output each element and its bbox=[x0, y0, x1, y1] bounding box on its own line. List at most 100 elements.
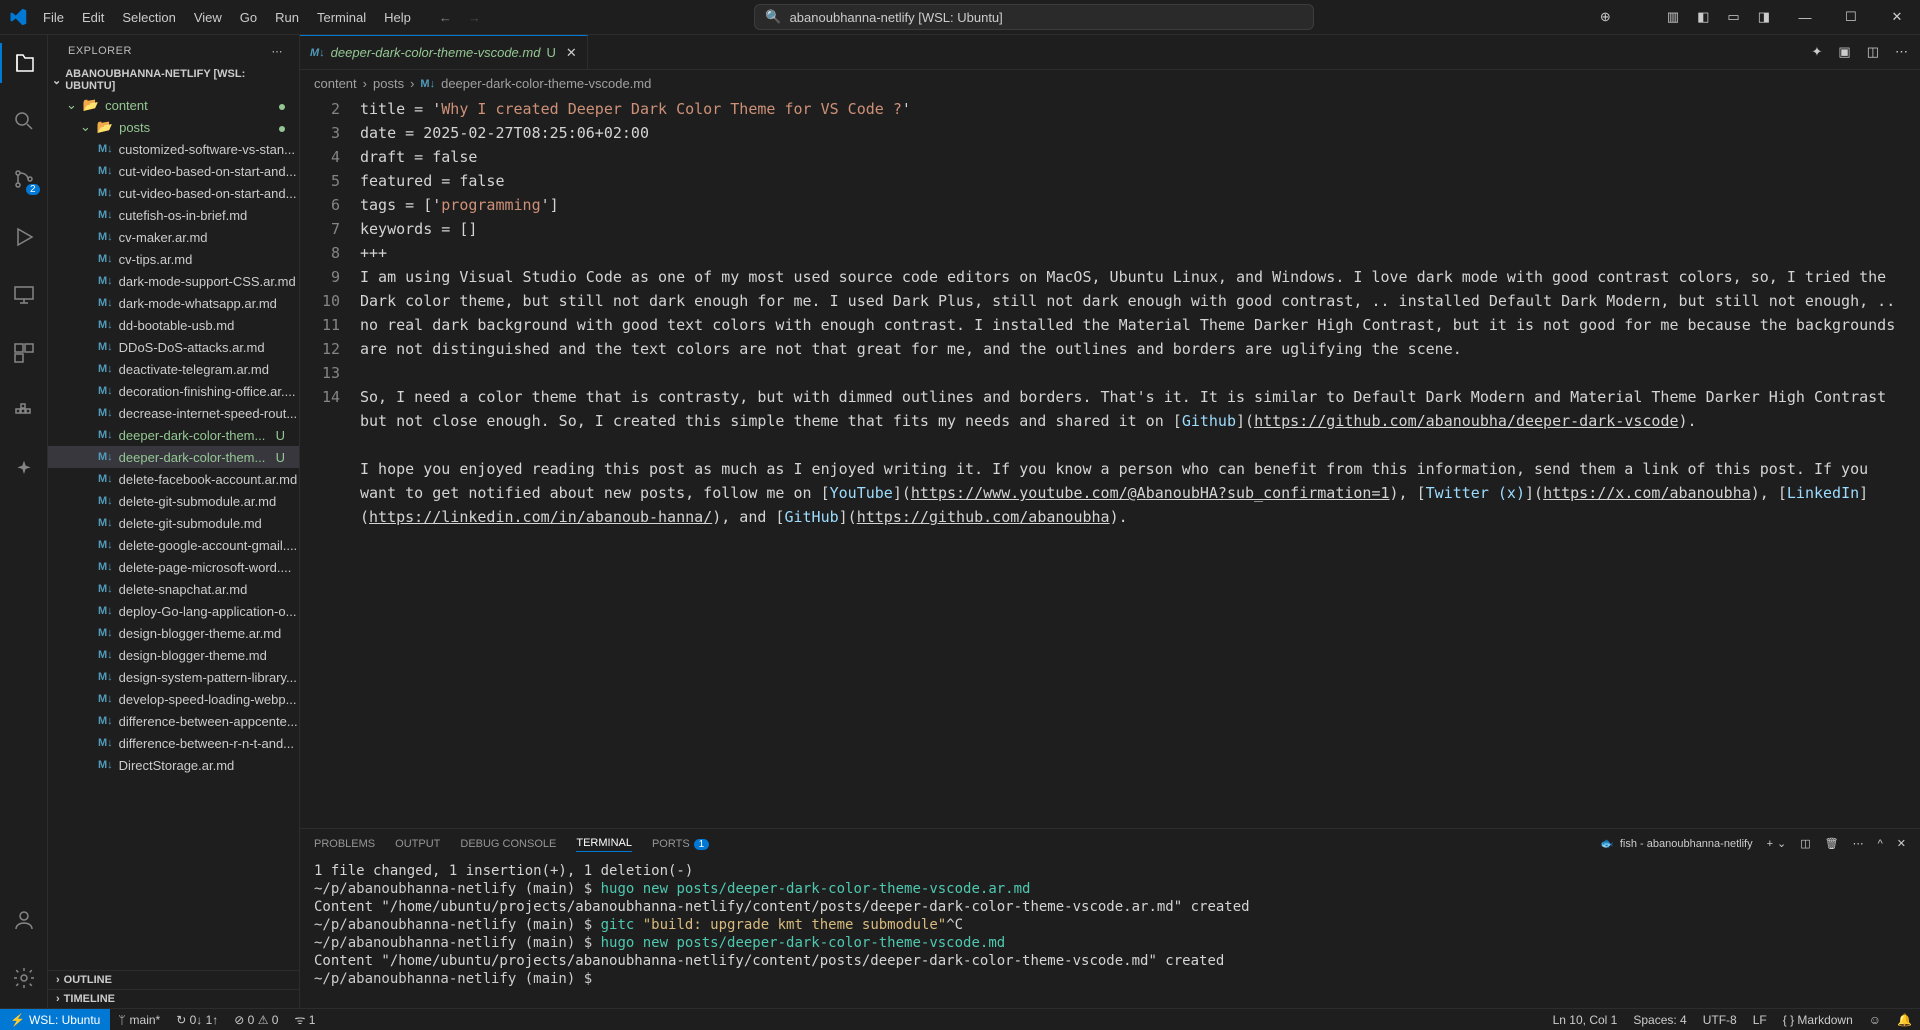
file-item[interactable]: M↓customized-software-vs-stan... bbox=[48, 138, 299, 160]
file-item[interactable]: M↓difference-between-appcente... bbox=[48, 710, 299, 732]
panel-left-icon[interactable]: ◧ bbox=[1697, 9, 1709, 25]
file-item[interactable]: M↓delete-snapchat.ar.md bbox=[48, 578, 299, 600]
file-item[interactable]: M↓deactivate-telegram.ar.md bbox=[48, 358, 299, 380]
file-item[interactable]: M↓cut-video-based-on-start-and... bbox=[48, 160, 299, 182]
panel-bottom-icon[interactable]: ▭ bbox=[1727, 9, 1739, 25]
feedback-icon[interactable]: ☺ bbox=[1861, 1013, 1889, 1027]
panel-tab-terminal[interactable]: TERMINAL bbox=[576, 835, 632, 852]
more-icon[interactable]: ⋯ bbox=[1853, 837, 1864, 850]
file-item[interactable]: M↓cv-maker.ar.md bbox=[48, 226, 299, 248]
accounts-icon[interactable] bbox=[0, 900, 48, 940]
close-tab-icon[interactable]: ✕ bbox=[566, 45, 577, 61]
file-item[interactable]: M↓design-blogger-theme.md bbox=[48, 644, 299, 666]
copilot-icon[interactable]: ⊕ bbox=[1600, 9, 1611, 25]
problems-status[interactable]: ⊘ 0 ⚠ 0 bbox=[226, 1009, 286, 1030]
extensions-icon[interactable] bbox=[0, 333, 48, 373]
split-icon[interactable]: ◫ bbox=[1867, 44, 1879, 60]
git-sync[interactable]: ↻ 0↓ 1↑ bbox=[168, 1009, 226, 1030]
menu-help[interactable]: Help bbox=[376, 4, 419, 31]
explorer-icon[interactable] bbox=[0, 43, 48, 83]
file-item[interactable]: M↓delete-git-submodule.ar.md bbox=[48, 490, 299, 512]
menu-terminal[interactable]: Terminal bbox=[309, 4, 374, 31]
notifications-icon[interactable]: 🔔 bbox=[1889, 1013, 1920, 1027]
file-item[interactable]: M↓DDoS-DoS-attacks.ar.md bbox=[48, 336, 299, 358]
file-item[interactable]: M↓difference-between-r-n-t-and... bbox=[48, 732, 299, 754]
file-item[interactable]: M↓develop-speed-loading-webp... bbox=[48, 688, 299, 710]
panel-tab-output[interactable]: OUTPUT bbox=[395, 836, 440, 852]
more-icon[interactable]: ⋯ bbox=[272, 45, 284, 58]
menu-file[interactable]: File bbox=[35, 4, 72, 31]
editor-tab[interactable]: M↓ deeper-dark-color-theme-vscode.md U ✕ bbox=[300, 35, 588, 69]
minimize-button[interactable]: — bbox=[1782, 0, 1828, 35]
outline-section[interactable]: ›OUTLINE bbox=[48, 970, 299, 989]
source-control-icon[interactable]: 2 bbox=[0, 159, 48, 199]
split-terminal-icon[interactable]: ◫ bbox=[1800, 837, 1810, 850]
file-item[interactable]: M↓dd-bootable-usb.md bbox=[48, 314, 299, 336]
menu-selection[interactable]: Selection bbox=[114, 4, 183, 31]
file-item[interactable]: M↓decrease-internet-speed-rout... bbox=[48, 402, 299, 424]
chevron-down-icon[interactable]: ⌄ bbox=[1777, 837, 1786, 850]
file-item[interactable]: M↓deeper-dark-color-them...U bbox=[48, 424, 299, 446]
file-item[interactable]: M↓delete-google-account-gmail.... bbox=[48, 534, 299, 556]
search-activity-icon[interactable] bbox=[0, 101, 48, 141]
docker-icon[interactable] bbox=[0, 391, 48, 431]
maximize-panel-icon[interactable]: ^ bbox=[1878, 838, 1883, 850]
file-item[interactable]: M↓deeper-dark-color-them...U bbox=[48, 446, 299, 468]
file-item[interactable]: M↓dark-mode-support-CSS.ar.md bbox=[48, 270, 299, 292]
settings-icon[interactable] bbox=[0, 958, 48, 998]
panel-tab-problems[interactable]: PROBLEMS bbox=[314, 836, 375, 852]
project-header[interactable]: ⌄ ABANOUBHANNA-NETLIFY [WSL: UBUNTU] bbox=[48, 66, 299, 94]
panel-tab-ports[interactable]: PORTS1 bbox=[652, 836, 709, 852]
run-debug-icon[interactable] bbox=[0, 217, 48, 257]
menu-go[interactable]: Go bbox=[232, 4, 265, 31]
command-center[interactable]: 🔍 abanoubhanna-netlify [WSL: Ubuntu] bbox=[754, 4, 1314, 30]
file-item[interactable]: M↓deploy-Go-lang-application-o... bbox=[48, 600, 299, 622]
nav-back-icon[interactable]: ← bbox=[439, 10, 452, 25]
indentation[interactable]: Spaces: 4 bbox=[1625, 1013, 1694, 1027]
sparkle-icon[interactable] bbox=[0, 449, 48, 489]
file-item[interactable]: M↓design-blogger-theme.ar.md bbox=[48, 622, 299, 644]
close-panel-icon[interactable]: ✕ bbox=[1897, 837, 1906, 850]
file-item[interactable]: M↓delete-page-microsoft-word.... bbox=[48, 556, 299, 578]
panel-tab-debug-console[interactable]: DEBUG CONSOLE bbox=[460, 836, 556, 852]
file-item[interactable]: M↓cv-tips.ar.md bbox=[48, 248, 299, 270]
panel-right-icon[interactable]: ◨ bbox=[1758, 9, 1770, 25]
file-item[interactable]: M↓cutefish-os-in-brief.md bbox=[48, 204, 299, 226]
breadcrumb[interactable]: content›posts›M↓deeper-dark-color-theme-… bbox=[300, 70, 1920, 97]
terminal-output[interactable]: 1 file changed, 1 insertion(+), 1 deleti… bbox=[300, 858, 1920, 1008]
nav-forward-icon[interactable]: → bbox=[468, 10, 481, 25]
terminal-shell-label[interactable]: fish - abanoubhanna-netlify bbox=[1620, 838, 1753, 850]
timeline-section[interactable]: ›TIMELINE bbox=[48, 989, 299, 1008]
breadcrumb-segment[interactable]: posts bbox=[373, 76, 404, 91]
breadcrumb-segment[interactable]: deeper-dark-color-theme-vscode.md bbox=[441, 76, 651, 91]
remote-indicator[interactable]: ⚡WSL: Ubuntu bbox=[0, 1009, 110, 1030]
cursor-position[interactable]: Ln 10, Col 1 bbox=[1545, 1013, 1626, 1027]
ports-status[interactable]: ᯤ 1 bbox=[286, 1009, 323, 1030]
code-editor[interactable]: 234567891011121314 title = 'Why I create… bbox=[300, 97, 1920, 828]
git-branch[interactable]: ᛘmain* bbox=[110, 1009, 168, 1030]
more-icon[interactable]: ⋯ bbox=[1895, 44, 1908, 60]
language-mode[interactable]: { } Markdown bbox=[1775, 1013, 1861, 1027]
menu-run[interactable]: Run bbox=[267, 4, 307, 31]
close-button[interactable]: ✕ bbox=[1874, 0, 1920, 35]
file-item[interactable]: M↓dark-mode-whatsapp.ar.md bbox=[48, 292, 299, 314]
new-terminal-icon[interactable]: + bbox=[1767, 838, 1773, 850]
breadcrumb-segment[interactable]: content bbox=[314, 76, 357, 91]
encoding[interactable]: UTF-8 bbox=[1695, 1013, 1745, 1027]
eol[interactable]: LF bbox=[1745, 1013, 1775, 1027]
folder-posts[interactable]: ⌄ 📂 posts bbox=[48, 116, 299, 138]
file-item[interactable]: M↓DirectStorage.ar.md bbox=[48, 754, 299, 776]
maximize-button[interactable]: ☐ bbox=[1828, 0, 1874, 35]
remote-explorer-icon[interactable] bbox=[0, 275, 48, 315]
folder-content[interactable]: ⌄ 📂 content bbox=[48, 94, 299, 116]
file-item[interactable]: M↓design-system-pattern-library... bbox=[48, 666, 299, 688]
sparkle-icon[interactable]: ✦ bbox=[1812, 44, 1823, 60]
layout-icon[interactable]: ▥ bbox=[1667, 9, 1679, 25]
file-item[interactable]: M↓delete-facebook-account.ar.md bbox=[48, 468, 299, 490]
preview-icon[interactable]: ▣ bbox=[1838, 44, 1850, 60]
trash-icon[interactable]: 🗑 bbox=[1825, 837, 1839, 850]
file-item[interactable]: M↓delete-git-submodule.md bbox=[48, 512, 299, 534]
file-item[interactable]: M↓decoration-finishing-office.ar.... bbox=[48, 380, 299, 402]
file-item[interactable]: M↓cut-video-based-on-start-and... bbox=[48, 182, 299, 204]
menu-view[interactable]: View bbox=[186, 4, 230, 31]
